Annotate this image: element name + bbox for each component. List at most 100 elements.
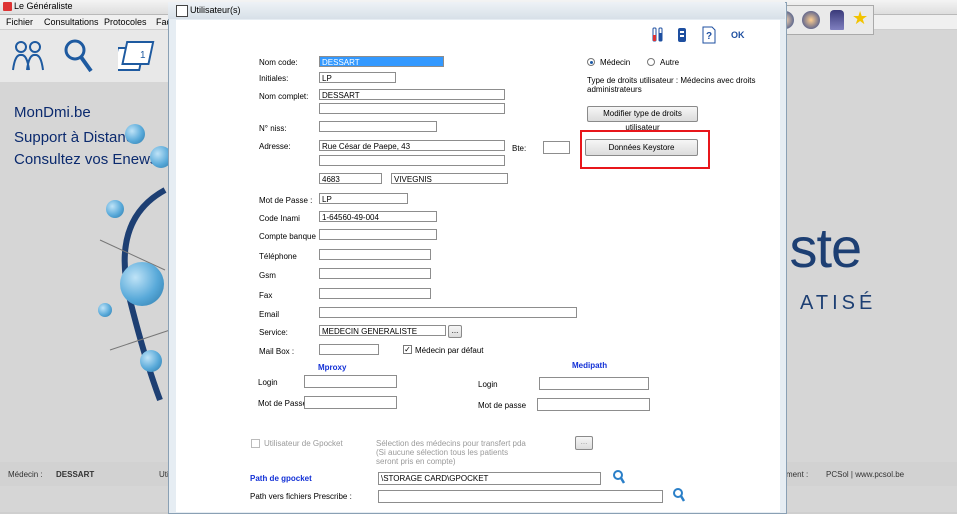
medipath-pass-input[interactable] bbox=[537, 398, 650, 411]
mproxy-login-label: Login bbox=[258, 378, 278, 387]
search-icon[interactable] bbox=[612, 469, 626, 485]
medipath-pass-label: Mot de passe bbox=[478, 401, 527, 410]
label-fax: Fax bbox=[259, 291, 273, 300]
status-medecin-value: DESSART bbox=[56, 470, 95, 479]
bubble-graphic bbox=[98, 303, 112, 317]
svg-text:?: ? bbox=[706, 31, 712, 42]
label-email: Email bbox=[259, 310, 280, 319]
checkbox-gpocket[interactable] bbox=[251, 439, 260, 448]
bubble-graphic bbox=[106, 200, 124, 218]
prescribe-path-label: Path vers fichiers Prescribe : bbox=[250, 492, 352, 501]
input-initiales[interactable]: LP bbox=[319, 72, 396, 83]
label-initiales: Initiales: bbox=[259, 74, 289, 83]
documents-icon[interactable]: 1 bbox=[118, 38, 160, 74]
label-compte-banque: Compte banque bbox=[259, 232, 316, 241]
gpocket-path-input[interactable]: \STORAGE CARD\GPOCKET bbox=[378, 472, 601, 485]
label-telephone: Téléphone bbox=[259, 252, 297, 261]
label-niss: N° niss: bbox=[259, 124, 287, 133]
input-nom-complet[interactable]: DESSART bbox=[319, 89, 505, 100]
menu-protocoles[interactable]: Protocoles bbox=[104, 17, 147, 27]
status-company: PCSol | www.pcsol.be bbox=[826, 470, 905, 479]
status-partial-right: ment : bbox=[786, 470, 809, 479]
modify-rights-button[interactable]: Modifier type de droits utilisateur bbox=[587, 106, 698, 132]
label-mot-de-passe: Mot de Passe : bbox=[259, 196, 313, 205]
menu-fichier[interactable]: Fichier bbox=[6, 17, 33, 27]
app-title: Le Généraliste bbox=[14, 1, 73, 11]
input-telephone[interactable] bbox=[319, 249, 431, 260]
link-mondmi[interactable]: MonDmi.be bbox=[14, 104, 91, 121]
prescribe-path-input[interactable] bbox=[378, 490, 663, 503]
input-fax[interactable] bbox=[319, 288, 431, 299]
input-compte-banque[interactable] bbox=[319, 229, 437, 240]
bubble-graphic bbox=[125, 124, 145, 144]
input-code-inami[interactable]: 1-64560-49-004 bbox=[319, 211, 437, 222]
radio-autre[interactable] bbox=[647, 58, 655, 66]
link-enews[interactable]: Consultez vos Enews bbox=[14, 151, 157, 168]
label-radio-autre: Autre bbox=[660, 58, 680, 67]
wizard-icon[interactable] bbox=[830, 10, 844, 30]
star-icon[interactable]: ★ bbox=[852, 8, 868, 28]
label-gpocket-user: Utilisateur de Gpocket bbox=[264, 439, 343, 448]
brand-tagline: ATISÉ bbox=[800, 292, 877, 314]
gpocket-selection-line2: (Si aucune sélection tous les patients bbox=[376, 448, 509, 457]
input-postcode[interactable]: 4683 bbox=[319, 173, 382, 184]
rights-text-line2: administrateurs bbox=[587, 85, 642, 94]
input-email[interactable] bbox=[319, 307, 577, 318]
gpocket-selection-line3: seront pris en compte) bbox=[376, 457, 456, 466]
mproxy-pass-label: Mot de Passe bbox=[258, 399, 307, 408]
medipath-login-input[interactable] bbox=[539, 377, 649, 390]
brand-logo-text: iste bbox=[778, 216, 862, 279]
help-icon[interactable]: ? bbox=[702, 26, 716, 44]
svg-text:1: 1 bbox=[140, 50, 146, 61]
input-adresse-2[interactable] bbox=[319, 155, 505, 166]
medipath-login-label: Login bbox=[478, 380, 498, 389]
input-service[interactable]: MEDECIN GENERALISTE bbox=[319, 325, 446, 336]
search-icon[interactable] bbox=[62, 38, 94, 74]
bubble-graphic bbox=[140, 350, 162, 372]
app-icon bbox=[3, 2, 12, 11]
tubes-icon[interactable] bbox=[651, 27, 665, 43]
label-code-inami: Code Inami bbox=[259, 214, 300, 223]
input-niss[interactable] bbox=[319, 121, 437, 132]
label-radio-medecin: Médecin bbox=[600, 58, 631, 67]
input-nom-complet-2[interactable] bbox=[319, 103, 505, 114]
mproxy-title: Mproxy bbox=[318, 363, 347, 372]
input-nom-code[interactable]: DESSART bbox=[319, 56, 444, 67]
label-service: Service: bbox=[259, 328, 288, 337]
service-browse-button[interactable]: ... bbox=[448, 325, 462, 338]
dialog-icon bbox=[176, 5, 188, 17]
mproxy-login-input[interactable] bbox=[304, 375, 397, 388]
rights-text-line1: Type de droits utilisateur : Médecins av… bbox=[587, 76, 756, 85]
ok-button[interactable]: OK bbox=[731, 30, 745, 40]
checkbox-medecin-defaut[interactable]: ✓ bbox=[403, 345, 412, 354]
input-gsm[interactable] bbox=[319, 268, 431, 279]
link-support[interactable]: Support à Distance bbox=[14, 129, 142, 146]
label-gsm: Gsm bbox=[259, 271, 276, 280]
input-adresse-1[interactable]: Rue César de Paepe, 43 bbox=[319, 140, 505, 151]
doctor-icon[interactable] bbox=[802, 11, 820, 29]
input-bte[interactable] bbox=[543, 141, 570, 154]
gpocket-select-button[interactable]: ... bbox=[575, 436, 593, 450]
input-mot-de-passe[interactable]: LP bbox=[319, 193, 408, 204]
mproxy-pass-input[interactable] bbox=[304, 396, 397, 409]
highlight-box bbox=[580, 130, 710, 169]
dialog-titlebar bbox=[168, 2, 785, 19]
input-mailbox[interactable] bbox=[319, 344, 379, 355]
gpocket-path-label: Path de gpocket bbox=[250, 474, 312, 483]
patients-icon[interactable] bbox=[10, 38, 46, 74]
gpocket-selection-line1: Sélection des médecins pour transfert pd… bbox=[376, 439, 526, 448]
search-icon[interactable] bbox=[672, 487, 686, 503]
menu-consultations[interactable]: Consultations bbox=[44, 17, 99, 27]
label-bte: Bte: bbox=[512, 144, 527, 153]
label-medecin-defaut: Médecin par défaut bbox=[415, 346, 484, 355]
label-adresse: Adresse: bbox=[259, 142, 291, 151]
bubble-graphic bbox=[120, 262, 164, 306]
label-nom-code: Nom code: bbox=[259, 58, 298, 67]
radio-medecin[interactable] bbox=[587, 58, 595, 66]
medipath-title: Medipath bbox=[572, 361, 608, 370]
input-city[interactable]: VIVEGNIS bbox=[391, 173, 508, 184]
label-nom-complet: Nom complet: bbox=[259, 92, 309, 101]
battery-icon[interactable] bbox=[676, 27, 688, 43]
dialog-title: Utilisateur(s) bbox=[190, 5, 241, 15]
status-medecin-label: Médecin : bbox=[8, 470, 43, 479]
